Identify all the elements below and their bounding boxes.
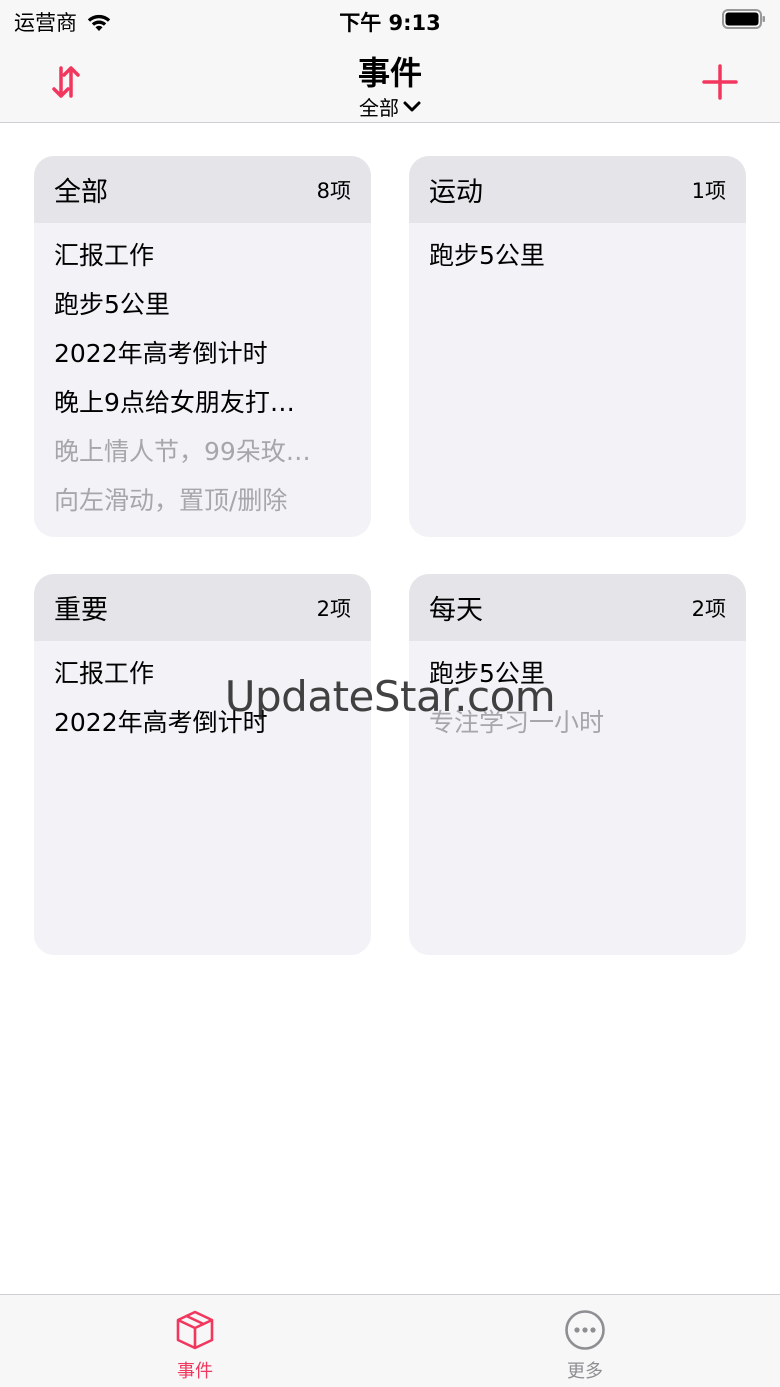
card-title: 每天	[429, 595, 483, 626]
plus-icon	[702, 64, 738, 100]
event-item[interactable]: 向左滑动，置顶/删除	[54, 480, 351, 529]
event-item[interactable]: 跑步5公里	[429, 235, 726, 284]
event-item[interactable]: 汇报工作	[54, 653, 351, 702]
filter-selector[interactable]: 全部	[0, 92, 780, 121]
category-card-daily[interactable]: 每天 2项 跑步5公里 专注学习一小时	[409, 574, 746, 955]
card-item-list: 汇报工作 2022年高考倒计时	[34, 641, 371, 751]
event-item[interactable]: 晚上9点给女朋友打…	[54, 382, 351, 431]
card-title: 重要	[54, 595, 108, 626]
tab-more[interactable]: 更多	[390, 1295, 780, 1387]
card-item-list: 汇报工作 跑步5公里 2022年高考倒计时 晚上9点给女朋友打… 晚上情人节，9…	[34, 223, 371, 529]
tab-label: 更多	[567, 1361, 603, 1382]
card-count: 8项	[316, 178, 351, 203]
card-header: 重要 2项	[34, 574, 371, 641]
card-title: 全部	[54, 177, 108, 208]
filter-label: 全部	[359, 96, 399, 120]
tab-label: 事件	[177, 1361, 213, 1382]
chevron-down-icon	[403, 101, 421, 111]
card-title: 运动	[429, 177, 483, 208]
event-item[interactable]: 汇报工作	[54, 235, 351, 284]
battery-icon	[722, 9, 765, 29]
card-header: 全部 8项	[34, 156, 371, 223]
tab-bar: 事件 更多	[0, 1294, 780, 1387]
category-card-important[interactable]: 重要 2项 汇报工作 2022年高考倒计时	[34, 574, 371, 955]
event-item[interactable]: 晚上情人节，99朵玫…	[54, 431, 351, 480]
event-item[interactable]: 2022年高考倒计时	[54, 702, 351, 751]
card-item-list: 跑步5公里 专注学习一小时	[409, 641, 746, 751]
card-header: 每天 2项	[409, 574, 746, 641]
card-count: 1项	[691, 178, 726, 203]
event-item[interactable]: 专注学习一小时	[429, 702, 726, 751]
status-bar: 运营商 下午 9:13	[0, 0, 780, 40]
cube-icon	[176, 1310, 214, 1350]
card-count: 2项	[691, 596, 726, 621]
status-time: 下午 9:13	[339, 11, 441, 35]
event-item[interactable]: 跑步5公里	[429, 653, 726, 702]
tab-events[interactable]: 事件	[0, 1295, 390, 1387]
event-item[interactable]: 跑步5公里	[54, 284, 351, 333]
category-card-all[interactable]: 全部 8项 汇报工作 跑步5公里 2022年高考倒计时 晚上9点给女朋友打… 晚…	[34, 156, 371, 537]
add-event-button[interactable]	[696, 58, 744, 106]
card-count: 2项	[316, 596, 351, 621]
event-item[interactable]: 2022年高考倒计时	[54, 333, 351, 382]
page-title: 事件	[357, 54, 422, 92]
card-item-list: 跑步5公里	[409, 223, 746, 284]
card-header: 运动 1项	[409, 156, 746, 223]
category-card-sport[interactable]: 运动 1项 跑步5公里	[409, 156, 746, 537]
navigation-bar: 事件 全部	[0, 40, 780, 123]
ellipsis-circle-icon	[565, 1310, 605, 1350]
